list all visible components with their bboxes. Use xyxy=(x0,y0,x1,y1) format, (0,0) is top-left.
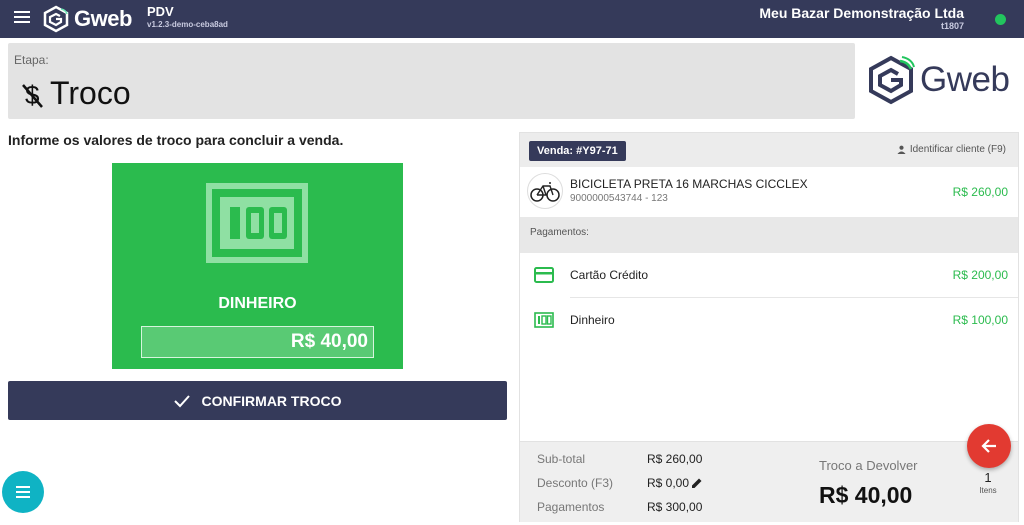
items-label: Itens xyxy=(979,486,997,495)
payment-method-label: DINHEIRO xyxy=(218,295,297,312)
sale-panel: Venda: #Y97-71 Identificar cliente (F9) … xyxy=(519,132,1019,522)
cash-100-icon xyxy=(534,312,554,328)
items-count: 1 xyxy=(984,470,992,485)
discount-label: Desconto (F3) xyxy=(537,476,614,490)
person-icon xyxy=(897,145,906,154)
brand-logo: Gweb xyxy=(42,5,132,33)
payments-total-value: R$ 300,00 xyxy=(647,500,703,514)
menu-fab-button[interactable] xyxy=(2,471,44,513)
gweb-logo-icon xyxy=(869,55,915,105)
arrow-left-icon xyxy=(981,439,996,453)
subtotal-label: Sub-total xyxy=(537,452,586,466)
product-name: BICICLETA PRETA 16 MARCHAS CICCLEX xyxy=(570,177,808,191)
change-due-label: Troco a Devolver xyxy=(819,458,918,473)
totals-section: Sub-total R$ 260,00 Desconto (F3) R$ 0,0… xyxy=(520,441,1018,522)
product-code: 9000000543744 - 123 xyxy=(570,193,668,204)
confirm-change-button[interactable]: CONFIRMAR TROCO xyxy=(8,381,507,420)
hamburger-menu-icon[interactable] xyxy=(14,11,30,25)
product-price: R$ 260,00 xyxy=(952,185,1008,199)
payment-name: Cartão Crédito xyxy=(570,268,649,282)
payment-name: Dinheiro xyxy=(570,313,615,327)
app-version: v1.2.3-demo-ceba8ad xyxy=(147,20,228,29)
discount-value: R$ 0,00 xyxy=(647,476,690,490)
online-status-dot xyxy=(995,14,1006,25)
credit-card-icon xyxy=(534,267,554,283)
dollar-off-icon: $ xyxy=(22,80,43,109)
stage-label: Etapa: xyxy=(14,53,49,67)
payments-total-label: Pagamentos xyxy=(537,500,605,514)
payment-value: R$ 100,00 xyxy=(952,313,1008,327)
subtotal-value: R$ 260,00 xyxy=(647,452,703,466)
sale-panel-header: Venda: #Y97-71 Identificar cliente (F9) xyxy=(520,133,1018,167)
sale-id-badge: Venda: #Y97-71 xyxy=(529,141,626,161)
change-amount-input[interactable]: R$ 40,00 xyxy=(141,326,374,358)
change-due-value: R$ 40,00 xyxy=(819,482,913,508)
payments-header: Pagamentos: xyxy=(520,217,1018,253)
cash-100-icon xyxy=(206,183,308,263)
payment-row-credit-card[interactable]: Cartão Crédito R$ 200,00 xyxy=(520,253,1018,297)
product-row[interactable]: BICICLETA PRETA 16 MARCHAS CICCLEX 90000… xyxy=(520,167,1018,217)
company-logo-text: Gweb xyxy=(920,60,1010,99)
stage-header: Etapa: $ Troco xyxy=(8,43,855,119)
payment-method-card-cash[interactable]: DINHEIRO R$ 40,00 xyxy=(112,163,403,369)
identify-client-button[interactable]: Identificar cliente (F9) xyxy=(897,144,1006,155)
menu-icon xyxy=(16,486,30,498)
confirm-change-label: CONFIRMAR TROCO xyxy=(201,392,342,409)
brand-name: Gweb xyxy=(74,6,132,31)
terminal-id: t1807 xyxy=(940,21,964,31)
back-fab-button[interactable] xyxy=(967,424,1011,468)
app-name: PDV xyxy=(147,4,174,19)
payment-value: R$ 200,00 xyxy=(952,268,1008,282)
company-logo: Gweb xyxy=(866,54,1018,106)
bicycle-icon xyxy=(530,182,560,202)
identify-client-label: Identificar cliente (F9) xyxy=(909,144,1006,155)
payment-row-cash[interactable]: Dinheiro R$ 100,00 xyxy=(520,298,1018,342)
product-thumbnail xyxy=(527,173,563,209)
pencil-icon xyxy=(692,478,702,488)
store-name: Meu Bazar Demonstração Ltda xyxy=(759,5,964,21)
stage-title-text: Troco xyxy=(50,75,131,111)
instruction-text: Informe os valores de troco para conclui… xyxy=(8,132,344,148)
stage-title: $ Troco xyxy=(20,75,131,112)
gweb-logo-icon xyxy=(43,5,69,33)
top-app-bar: Gweb PDV v1.2.3-demo-ceba8ad Meu Bazar D… xyxy=(0,0,1024,38)
check-icon xyxy=(173,394,190,407)
discount-value-button[interactable]: R$ 0,00 xyxy=(647,476,703,490)
